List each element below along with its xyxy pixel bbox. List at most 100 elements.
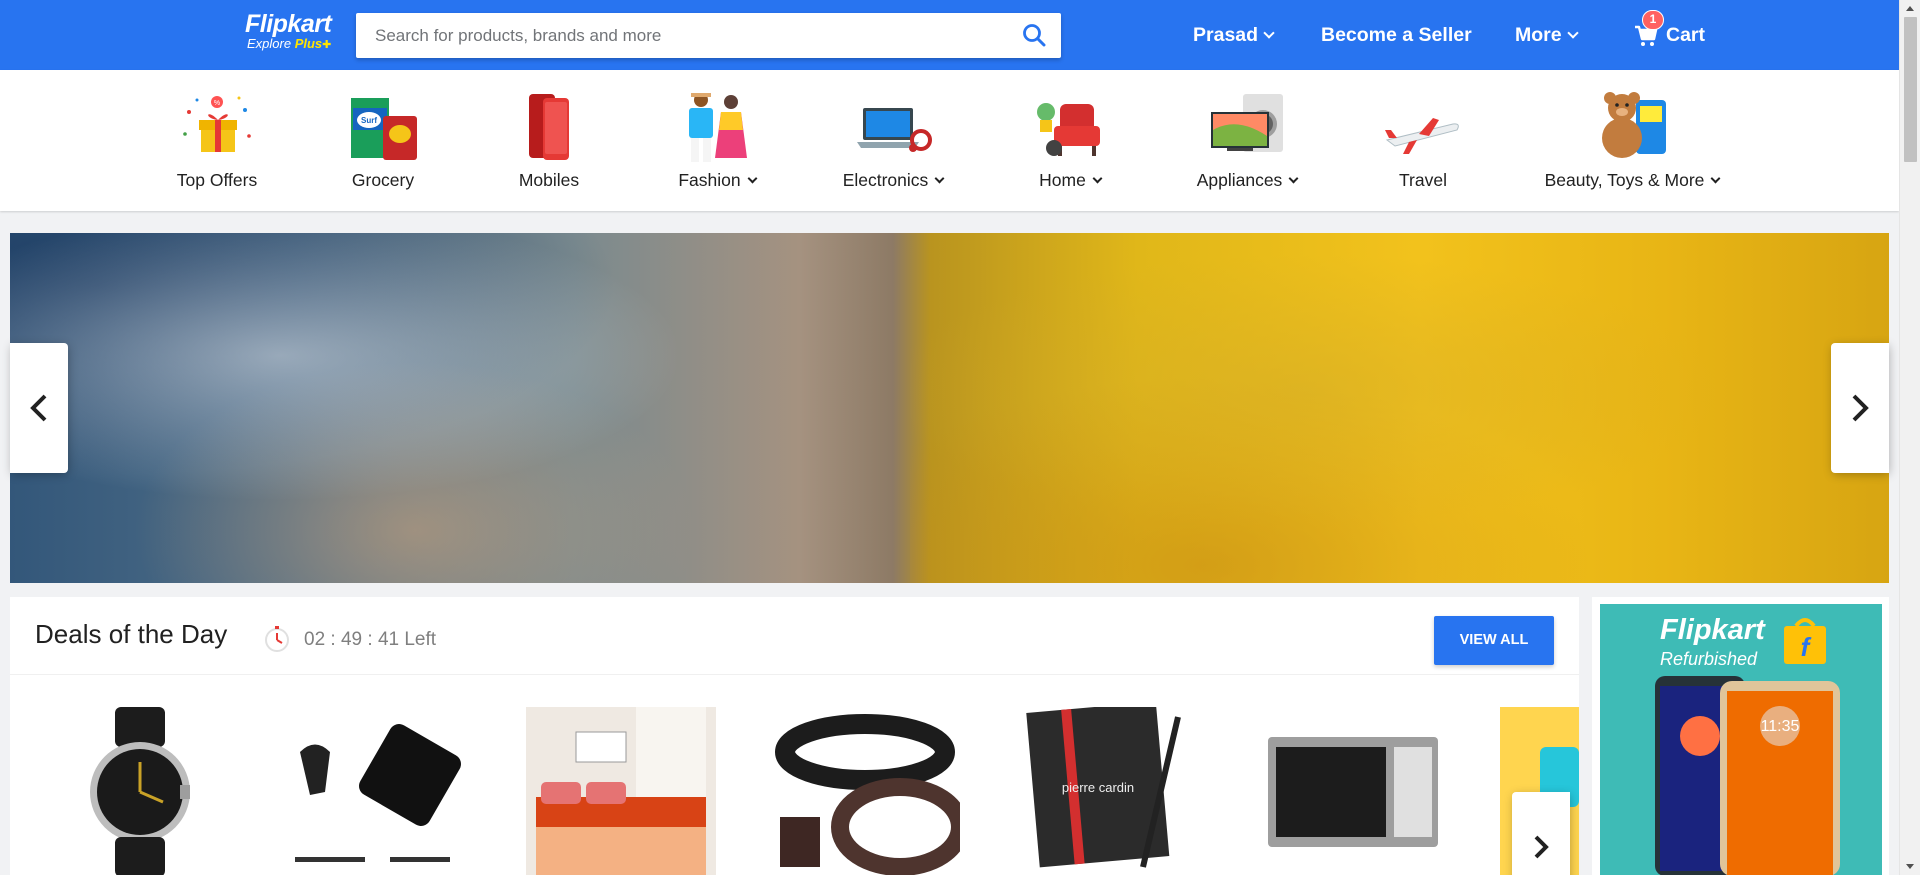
category-label-text: Beauty, Toys & More xyxy=(1544,170,1705,190)
banner-image-left xyxy=(10,233,910,583)
grocery-icon: Surf xyxy=(351,98,417,160)
tv-icon xyxy=(1211,94,1283,152)
banner-image-right xyxy=(910,233,1889,583)
become-seller-label: Become a Seller xyxy=(1321,24,1472,46)
chevron-down-icon xyxy=(1710,173,1721,184)
cart-link[interactable]: Cart xyxy=(1666,22,1705,48)
chevron-down-icon xyxy=(1566,27,1579,39)
deals-next-button[interactable] xyxy=(1512,792,1570,875)
search-button[interactable] xyxy=(1022,23,1046,47)
banner-prev-button[interactable] xyxy=(10,343,68,473)
gift-icon: % xyxy=(183,96,251,152)
chevron-right-icon xyxy=(1852,394,1869,422)
mobile-icon xyxy=(529,94,569,160)
logo-explore-text: Explore xyxy=(247,36,292,51)
category-label: Grocery xyxy=(351,170,415,190)
deal-product-bedsheet[interactable] xyxy=(526,707,716,875)
more-label: More xyxy=(1515,24,1562,46)
product-image xyxy=(1268,737,1438,847)
banner-next-button[interactable] xyxy=(1831,343,1889,473)
phone-time: 11:35 xyxy=(1761,718,1800,735)
flipkart-refurbished-ad[interactable]: Flipkart Refurbished f 11:35 xyxy=(1600,604,1882,875)
cart-count-badge: 1 xyxy=(1642,10,1664,30)
category-electronics[interactable]: Electronics xyxy=(818,70,968,211)
home-icon xyxy=(1037,103,1100,156)
svg-text:%: % xyxy=(214,100,220,107)
product-image xyxy=(775,714,960,875)
shopping-bag-icon: f xyxy=(1784,618,1826,664)
become-seller-link[interactable]: Become a Seller xyxy=(1321,22,1472,48)
chevron-down-icon xyxy=(747,173,758,184)
deal-product-watch[interactable] xyxy=(45,707,235,875)
category-bar: % Top Offers Surf Grocery Mobiles Fashio… xyxy=(0,70,1899,211)
category-beauty-toys-more[interactable]: Beauty, Toys & More xyxy=(1545,70,1721,211)
more-menu[interactable]: More xyxy=(1515,22,1579,48)
product-image xyxy=(526,707,716,875)
product-image xyxy=(90,707,190,875)
category-label-text: Fashion xyxy=(678,170,741,190)
logo-subtitle: Explore Plus✚ xyxy=(245,37,345,52)
category-top-offers[interactable]: % Top Offers xyxy=(142,70,292,211)
ad-subtitle: Refurbished xyxy=(1660,649,1758,669)
deal-product-gift-set[interactable]: pierre cardin xyxy=(1013,707,1203,875)
logo-text: Flipkart xyxy=(245,10,332,38)
search-icon xyxy=(1023,24,1046,47)
flipkart-logo[interactable]: Flipkart Explore Plus✚ xyxy=(245,10,345,52)
svg-text:Surf: Surf xyxy=(361,116,377,125)
category-label: Top Offers xyxy=(176,170,258,190)
category-label: Electronics xyxy=(798,170,988,191)
timer-icon xyxy=(265,626,289,652)
category-fashion[interactable]: Fashion xyxy=(642,70,792,211)
laptop-icon xyxy=(857,108,932,152)
category-appliances[interactable]: Appliances xyxy=(1172,70,1322,211)
deals-header: Deals of the Day 02 : 49 : 41 Left VIEW … xyxy=(10,597,1579,675)
chevron-down-icon xyxy=(1263,27,1275,39)
svg-text:pierre cardin: pierre cardin xyxy=(1062,780,1134,795)
deals-title: Deals of the Day xyxy=(35,619,228,649)
plus-icon: ✚ xyxy=(322,39,332,51)
top-header: Flipkart Explore Plus✚ Prasad Become a S… xyxy=(0,0,1899,70)
product-image: pierre cardin xyxy=(1026,707,1181,868)
phones-image: 11:35 xyxy=(1655,676,1840,875)
category-label-text: Electronics xyxy=(842,170,929,190)
hero-banner-carousel[interactable] xyxy=(10,233,1889,583)
chevron-down-icon xyxy=(1092,173,1103,184)
category-home[interactable]: Home xyxy=(995,70,1145,211)
toy-icon xyxy=(1602,92,1666,158)
category-label-text: Appliances xyxy=(1196,170,1283,190)
deal-product-headset-charger[interactable] xyxy=(280,707,470,875)
search-input[interactable] xyxy=(356,13,996,58)
user-menu[interactable]: Prasad xyxy=(1193,22,1275,48)
chevron-left-icon xyxy=(30,394,47,422)
category-label: Mobiles xyxy=(518,170,580,190)
deal-product-belts[interactable] xyxy=(770,707,960,875)
view-all-button[interactable]: VIEW ALL xyxy=(1434,616,1554,665)
category-label-text: Home xyxy=(1039,170,1086,190)
category-mobiles[interactable]: Mobiles xyxy=(474,70,624,211)
deals-of-the-day-section: Deals of the Day 02 : 49 : 41 Left VIEW … xyxy=(10,597,1579,875)
scroll-down-arrow-icon[interactable] xyxy=(1906,864,1914,869)
scrollbar-thumb[interactable] xyxy=(1904,17,1917,162)
side-ad-panel: Flipkart Refurbished f 11:35 xyxy=(1592,597,1889,875)
chevron-right-icon xyxy=(1534,835,1549,859)
category-label: Travel xyxy=(1399,170,1447,190)
category-label: Home xyxy=(975,170,1165,191)
product-image xyxy=(295,724,461,862)
logo-plus-text: Plus xyxy=(294,36,323,51)
vertical-scrollbar[interactable] xyxy=(1899,0,1920,875)
category-travel[interactable]: Travel xyxy=(1348,70,1498,211)
category-label: Fashion xyxy=(622,170,812,191)
ad-title: Flipkart xyxy=(1660,614,1765,646)
category-grocery[interactable]: Surf Grocery xyxy=(308,70,458,211)
airplane-icon xyxy=(1385,118,1459,154)
cart-label: Cart xyxy=(1666,24,1706,46)
fashion-icon xyxy=(689,93,747,162)
category-label: Beauty, Toys & More xyxy=(1537,170,1727,191)
chevron-down-icon xyxy=(934,173,945,184)
deals-timer: 02 : 49 : 41 Left xyxy=(304,629,437,650)
search-box xyxy=(356,13,1061,58)
chevron-down-icon xyxy=(1288,173,1299,184)
scroll-up-arrow-icon[interactable] xyxy=(1906,6,1914,11)
user-name: Prasad xyxy=(1193,24,1259,46)
deal-product-microwave[interactable] xyxy=(1256,707,1446,875)
